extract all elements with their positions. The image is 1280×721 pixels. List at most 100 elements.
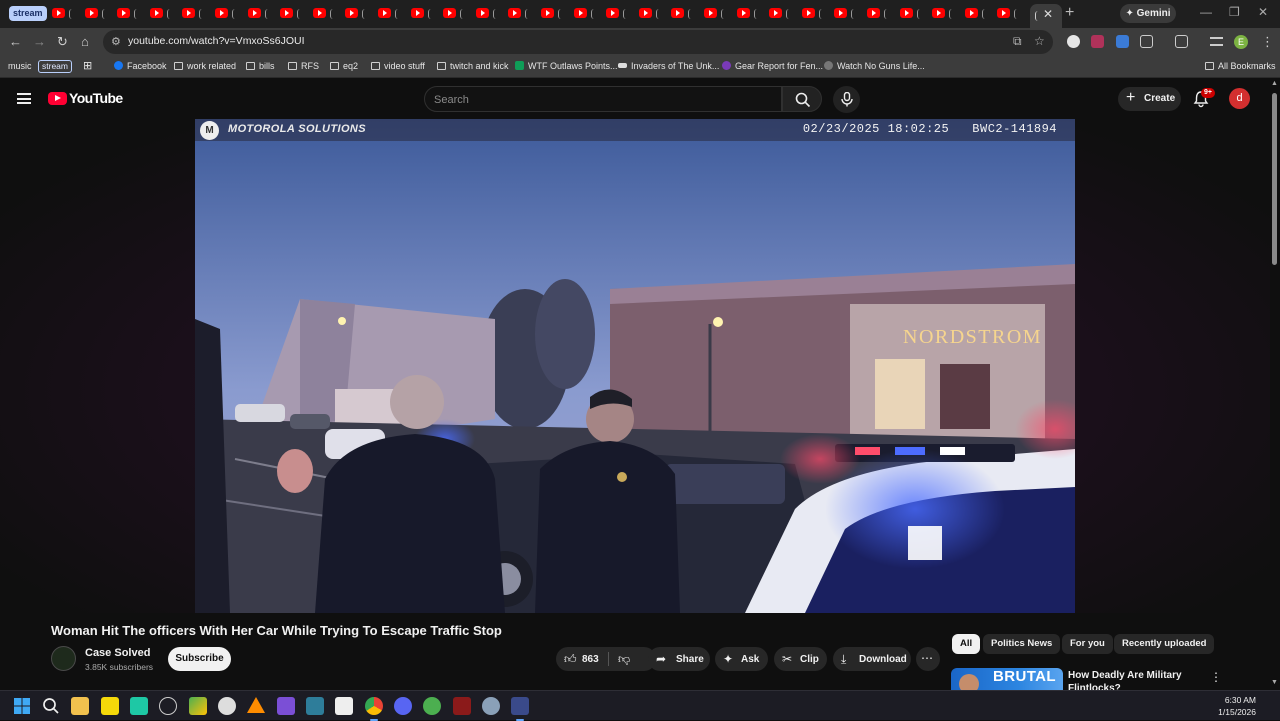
video-player[interactable]: NORDSTROM	[195, 119, 1075, 613]
browser-tab[interactable]	[441, 6, 469, 22]
chrome-icon[interactable]	[365, 697, 383, 721]
bookmark-music[interactable]: music	[8, 61, 32, 71]
browser-tab[interactable]	[180, 6, 208, 22]
recommendation-thumbnail[interactable]: BRUTAL	[951, 668, 1063, 690]
app-icon[interactable]	[335, 697, 353, 715]
app-icon[interactable]	[306, 697, 324, 715]
recommendation-title[interactable]: How Deadly Are Military Flintlocks?	[1068, 669, 1208, 690]
address-bar[interactable]: ⚙ youtube.com/watch?v=VmxoSs6JOUI ⧉ ☆	[103, 30, 1053, 54]
app-icon[interactable]	[423, 697, 441, 715]
browser-tab[interactable]	[832, 6, 860, 22]
subscribe-button[interactable]: Subscribe	[168, 647, 231, 671]
scroll-up-icon[interactable]: ▲	[1271, 80, 1278, 87]
bookmark-folder-rfs[interactable]: RFS	[288, 61, 319, 71]
channel-name[interactable]: Case Solved	[85, 647, 150, 659]
create-button[interactable]: + Create	[1118, 87, 1181, 111]
side-panel-icon[interactable]	[1175, 35, 1188, 48]
recommendation-menu-icon[interactable]: ⋮	[1210, 670, 1222, 684]
browser-tab[interactable]	[343, 6, 371, 22]
ask-button[interactable]: ✦ Ask	[715, 647, 768, 671]
search-taskbar-icon[interactable]	[42, 697, 60, 715]
account-avatar[interactable]: d	[1229, 88, 1250, 109]
clip-button[interactable]: ✂ Clip	[774, 647, 827, 671]
download-button[interactable]: ⤓ Download	[833, 647, 911, 671]
browser-tab[interactable]	[278, 6, 306, 22]
like-icon[interactable]: 👍︎	[564, 652, 577, 667]
browser-tab[interactable]	[148, 6, 176, 22]
share-button[interactable]: ➦ Share	[648, 647, 710, 671]
app-icon[interactable]	[511, 697, 529, 721]
vlc-icon[interactable]	[247, 697, 265, 713]
browser-tab[interactable]	[735, 6, 763, 22]
browser-tab[interactable]	[702, 6, 730, 22]
browser-tab[interactable]	[898, 6, 926, 22]
browser-tab[interactable]	[83, 6, 111, 22]
browser-tab[interactable]	[963, 6, 991, 22]
browser-tab[interactable]	[865, 6, 893, 22]
new-tab-icon[interactable]: +	[1065, 4, 1074, 22]
browser-tab[interactable]	[539, 6, 567, 22]
browser-tab[interactable]	[50, 6, 78, 22]
profile-avatar[interactable]: E	[1234, 35, 1248, 49]
scrollbar-thumb[interactable]	[1272, 93, 1277, 265]
search-button[interactable]	[782, 86, 822, 112]
app-icon[interactable]	[130, 697, 148, 715]
browser-tab[interactable]	[572, 6, 600, 22]
discord-icon[interactable]	[394, 697, 412, 715]
app-icon[interactable]	[453, 697, 471, 715]
restore-icon[interactable]: ❐	[1229, 5, 1240, 19]
more-actions-button[interactable]: ⋯	[916, 647, 940, 671]
chip-all[interactable]: All	[952, 634, 981, 654]
back-icon[interactable]: ←	[9, 34, 22, 49]
youtube-logo-icon[interactable]	[48, 92, 67, 105]
hamburger-menu-icon[interactable]	[17, 93, 31, 104]
windows-start-icon[interactable]	[13, 697, 31, 715]
bookmark-invaders[interactable]: Invaders of The Unk...	[618, 61, 719, 71]
like-count[interactable]: 863	[582, 654, 599, 665]
media-controls-icon[interactable]	[1210, 37, 1223, 46]
bookmark-folder-bills[interactable]: bills	[246, 61, 275, 71]
bookmark-facebook[interactable]: Facebook	[114, 61, 167, 71]
browser-tab[interactable]	[800, 6, 828, 22]
browser-tab[interactable]	[604, 6, 632, 22]
search-input[interactable]	[434, 92, 764, 108]
scroll-down-icon[interactable]: ▼	[1271, 679, 1278, 686]
minimize-icon[interactable]: —	[1200, 5, 1212, 19]
all-bookmarks[interactable]: All Bookmarks	[1205, 61, 1276, 71]
system-clock[interactable]: 6:30 AM 1/15/2026	[1218, 694, 1256, 718]
browser-tab[interactable]	[376, 6, 404, 22]
browser-tab[interactable]	[311, 6, 339, 22]
browser-tab[interactable]	[995, 6, 1023, 22]
page-scrollbar[interactable]: ▲ ▼	[1270, 79, 1280, 690]
browser-tab[interactable]	[637, 6, 665, 22]
bookmark-gear-report[interactable]: Gear Report for Fen...	[722, 61, 823, 71]
bookmark-star-icon[interactable]: ☆	[1034, 34, 1045, 48]
tab-group-chip-stream[interactable]: stream	[9, 6, 47, 21]
chip-recently-uploaded[interactable]: Recently uploaded	[1114, 634, 1215, 654]
dislike-icon[interactable]: 👎︎	[618, 652, 630, 667]
voice-search-button[interactable]	[833, 86, 860, 113]
gemini-button[interactable]: ✦ Gemini	[1120, 4, 1176, 23]
reload-icon[interactable]: ↻	[57, 34, 68, 50]
extensions-puzzle-icon[interactable]	[1140, 35, 1153, 48]
app-icon[interactable]	[277, 697, 295, 715]
browser-tab[interactable]	[213, 6, 241, 22]
browser-tab[interactable]	[474, 6, 502, 22]
browser-tab[interactable]	[246, 6, 274, 22]
install-app-icon[interactable]: ⧉	[1013, 34, 1022, 49]
bookmark-watch[interactable]: Watch No Guns Life...	[824, 61, 925, 71]
file-explorer-icon[interactable]	[71, 697, 89, 715]
channel-avatar[interactable]	[51, 646, 76, 671]
home-icon[interactable]: ⌂	[81, 34, 89, 49]
active-tab[interactable]: ✕	[1030, 4, 1062, 28]
extension-icon[interactable]	[1091, 35, 1104, 48]
apps-grid-icon[interactable]: ⊞	[83, 59, 92, 72]
sticky-notes-icon[interactable]	[101, 697, 119, 715]
site-info-icon[interactable]: ⚙	[111, 35, 121, 48]
browser-tab[interactable]	[767, 6, 795, 22]
extension-icon[interactable]	[1067, 35, 1080, 48]
forward-icon[interactable]: →	[33, 34, 46, 49]
close-tab-icon[interactable]: ✕	[1043, 7, 1053, 21]
menu-kebab-icon[interactable]: ⋮	[1261, 34, 1274, 50]
bookmark-stream[interactable]: stream	[38, 60, 72, 73]
